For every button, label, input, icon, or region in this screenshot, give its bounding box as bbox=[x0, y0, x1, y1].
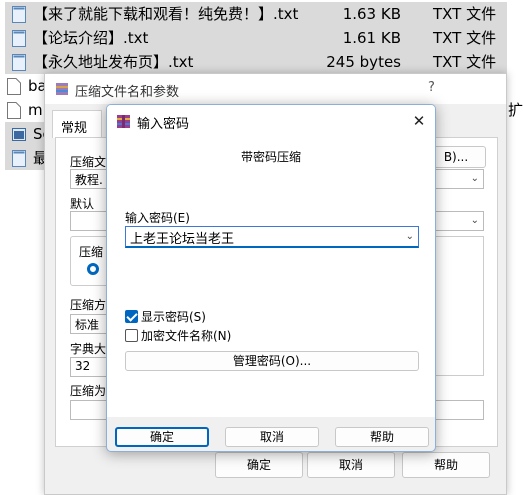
dictionary-select[interactable]: 32 bbox=[70, 357, 110, 377]
format-label: 压缩 bbox=[79, 245, 104, 259]
method-label: 压缩方 bbox=[70, 298, 107, 312]
winrar-icon bbox=[117, 115, 130, 128]
password-value: 上老王论坛当老王 bbox=[130, 232, 235, 247]
file-type: TXT 文件 bbox=[433, 29, 497, 47]
file-size: 245 bytes bbox=[326, 53, 401, 71]
chevron-down-icon[interactable]: ⌄ bbox=[406, 231, 414, 242]
profile-select[interactable] bbox=[70, 211, 110, 231]
checkbox-checked-icon[interactable] bbox=[125, 310, 138, 323]
dialog-title: 输入密码 bbox=[137, 117, 190, 132]
enter-password-dialog: 输入密码 ✕ 带密码压缩 输入密码(E) 上老王论坛当老王 ⌄ 显示密码(S) … bbox=[106, 104, 436, 452]
file-row[interactable]: 【论坛介绍】.txt 1.61 KB TXT 文件 bbox=[5, 26, 507, 50]
file-row[interactable]: 【来了就能下载和观看！纯免费！】.txt 1.63 KB TXT 文件 bbox=[5, 2, 507, 26]
text-file-icon bbox=[12, 30, 26, 47]
dialog-title: 压缩文件名和参数 bbox=[75, 85, 180, 100]
file-name: 【来了就能下载和观看！纯免费！】.txt bbox=[33, 5, 299, 23]
chevron-down-icon: ⌄ bbox=[470, 173, 479, 184]
encrypt-names-checkbox[interactable]: 加密文件名称(N) bbox=[125, 327, 231, 344]
method-select[interactable]: 标准 bbox=[70, 314, 110, 334]
dialog-body: 带密码压缩 输入密码(E) 上老王论坛当老王 ⌄ 显示密码(S) 加密文件名称(… bbox=[107, 137, 435, 417]
archive-name-label: 压缩文 bbox=[70, 155, 107, 169]
help-button[interactable]: 帮助 bbox=[335, 427, 429, 447]
format-radio-rar[interactable] bbox=[87, 263, 99, 275]
title-bar: 输入密码 ✕ bbox=[107, 105, 435, 137]
text-file-icon bbox=[12, 150, 26, 167]
default-profile-label: 默认 bbox=[70, 197, 95, 211]
manage-passwords-button[interactable]: 管理密码(O)... bbox=[125, 351, 419, 371]
tab-general[interactable]: 常规 bbox=[52, 110, 102, 138]
dictionary-label: 字典大 bbox=[70, 342, 107, 356]
file-icon bbox=[7, 78, 21, 95]
text-file-icon bbox=[12, 54, 26, 71]
file-size: 1.63 KB bbox=[342, 5, 401, 23]
help-button[interactable]: 帮助 bbox=[402, 452, 490, 478]
winrar-icon bbox=[56, 83, 68, 95]
show-password-checkbox[interactable]: 显示密码(S) bbox=[125, 308, 206, 325]
help-icon[interactable]: ? bbox=[428, 80, 435, 95]
format-group: 压缩 bbox=[70, 236, 110, 286]
ok-button[interactable]: 确定 bbox=[115, 427, 209, 447]
file-name: 【论坛介绍】.txt bbox=[33, 29, 149, 47]
split-input[interactable] bbox=[70, 400, 110, 420]
text-file-icon bbox=[12, 6, 26, 23]
encrypt-names-label: 加密文件名称(N) bbox=[141, 329, 232, 343]
dialog-heading: 带密码压缩 bbox=[240, 150, 301, 164]
chevron-down-icon: ⌄ bbox=[470, 215, 479, 226]
ok-button[interactable]: 确定 bbox=[215, 452, 303, 478]
cancel-button[interactable]: 取消 bbox=[307, 452, 395, 478]
file-size: 1.61 KB bbox=[342, 29, 401, 47]
file-name: 【永久地址发布页】.txt bbox=[33, 53, 194, 71]
cancel-button[interactable]: 取消 bbox=[225, 427, 319, 447]
password-label: 输入密码(E) bbox=[125, 211, 190, 225]
split-label: 压缩为 bbox=[70, 384, 107, 398]
file-type: 扩展 bbox=[508, 101, 523, 119]
title-bar: 压缩文件名和参数 ? bbox=[45, 74, 506, 104]
shortcut-icon bbox=[12, 128, 26, 141]
close-icon[interactable]: ✕ bbox=[403, 105, 435, 137]
show-password-label: 显示密码(S) bbox=[141, 310, 206, 324]
file-type: TXT 文件 bbox=[433, 53, 497, 71]
file-icon bbox=[7, 102, 21, 119]
password-input[interactable]: 上老王论坛当老王 ⌄ bbox=[125, 226, 419, 248]
file-type: TXT 文件 bbox=[433, 5, 497, 23]
file-row[interactable]: 【永久地址发布页】.txt 245 bytes TXT 文件 bbox=[5, 50, 507, 74]
checkbox-unchecked-icon[interactable] bbox=[125, 329, 138, 342]
